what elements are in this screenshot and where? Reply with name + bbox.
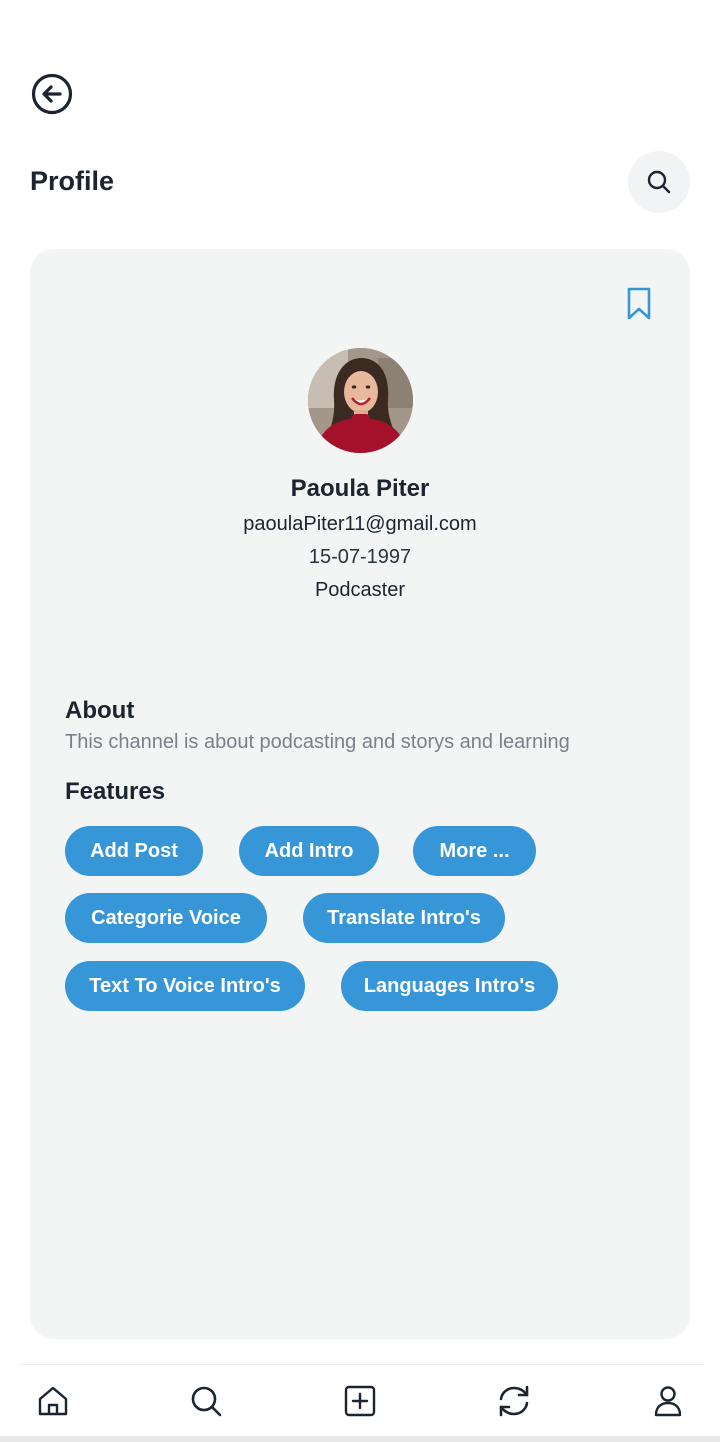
add-post-button[interactable]: Add Post (65, 826, 203, 876)
add-square-icon (344, 1385, 376, 1417)
search-icon (191, 1386, 222, 1417)
languages-intros-button[interactable]: Languages Intro's (341, 961, 558, 1011)
profile-photo (308, 348, 413, 453)
nav-profile[interactable] (646, 1379, 690, 1423)
about-text: This channel is about podcasting and sto… (65, 731, 570, 753)
add-intro-button[interactable]: Add Intro (239, 826, 379, 876)
search-button[interactable] (628, 151, 690, 213)
nav-add[interactable] (338, 1379, 382, 1423)
profile-screen: Profile Paoula Piter paoulaPiter11@gmail… (0, 0, 720, 1442)
bookmark-button[interactable] (622, 285, 656, 323)
more-button[interactable]: More ... (413, 826, 536, 876)
back-button[interactable] (30, 72, 74, 116)
avatar (308, 348, 413, 453)
about-heading: About (65, 697, 135, 724)
nav-home[interactable] (31, 1379, 75, 1423)
profile-email: paoulaPiter11@gmail.com (243, 513, 477, 535)
features-heading: Features (65, 778, 166, 805)
categorie-voice-button[interactable]: Categorie Voice (65, 893, 267, 943)
translate-intros-button[interactable]: Translate Intro's (303, 893, 505, 943)
user-icon (654, 1386, 682, 1417)
system-gesture-bar (0, 1436, 720, 1442)
nav-refresh[interactable] (492, 1379, 536, 1423)
arrow-left-circle-icon (31, 73, 73, 115)
bookmark-icon (627, 287, 651, 320)
profile-date-of-birth: 15-07-1997 (308, 546, 412, 568)
profile-role: Podcaster (314, 579, 406, 601)
refresh-icon (499, 1385, 529, 1417)
nav-search[interactable] (184, 1379, 228, 1423)
text-to-voice-intros-button[interactable]: Text To Voice Intro's (65, 961, 305, 1011)
profile-name: Paoula Piter (290, 475, 430, 502)
page-title: Profile (30, 166, 115, 196)
bottom-navigation (18, 1364, 704, 1436)
search-icon (647, 170, 671, 194)
profile-info: Paoula Piter paoulaPiter11@gmail.com 15-… (30, 471, 690, 607)
home-icon (38, 1386, 68, 1416)
profile-card: Paoula Piter paoulaPiter11@gmail.com 15-… (30, 249, 690, 1339)
